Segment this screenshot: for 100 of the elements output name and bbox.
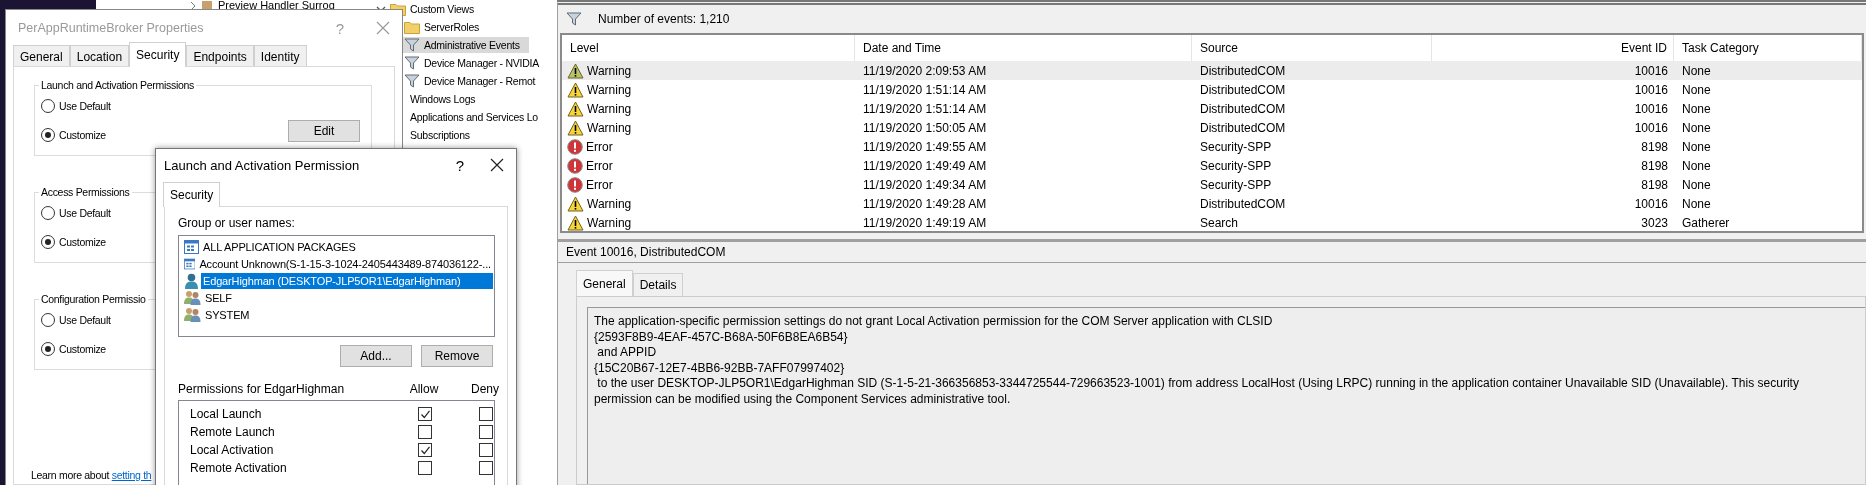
- edit-button[interactable]: Edit: [288, 119, 360, 142]
- table-cell: DistributedCOM: [1200, 120, 1286, 135]
- warning-icon: [567, 195, 584, 212]
- table-cell: 10016: [1634, 82, 1668, 97]
- table-cell: Warning: [587, 63, 632, 78]
- help-button[interactable]: ?: [450, 156, 470, 174]
- error-icon: [567, 176, 583, 193]
- event-row[interactable]: Warning 11/19/2020 2:09:53 AM DistributedCOM 10016 None: [562, 61, 1862, 80]
- warning-icon: [567, 214, 584, 231]
- option-label[interactable]: Customize: [59, 235, 106, 248]
- tab[interactable]: General: [576, 270, 633, 296]
- tree-item[interactable]: ServerRoles: [403, 20, 489, 34]
- tab[interactable]: General: [13, 45, 70, 67]
- column-label: Deny: [470, 382, 500, 396]
- permissions-label: Permissions for EdgarHighman: [178, 382, 346, 396]
- permission-name: Local Activation: [189, 443, 275, 457]
- table-cell: None: [1682, 63, 1711, 78]
- event-row[interactable]: Error 11/19/2020 1:49:49 AM Security-SPP 8198 None: [562, 156, 1862, 175]
- tree-item[interactable]: Windows Logs: [406, 92, 479, 106]
- action-button[interactable]: Add...: [340, 345, 412, 367]
- event-row[interactable]: Warning 11/19/2020 1:49:19 AM Search 3023 Gatherer: [562, 213, 1862, 232]
- tree-item[interactable]: Applications and Services Lo: [406, 110, 541, 124]
- tree-item[interactable]: Device Manager - NVIDIA: [403, 55, 549, 71]
- tab[interactable]: Security: [129, 42, 187, 67]
- option-label[interactable]: Customize: [59, 128, 106, 141]
- radio-button[interactable]: [41, 312, 55, 327]
- radio-button[interactable]: [41, 234, 55, 249]
- list-item[interactable]: Account Unknown(S-1-15-3-1024-2405443489-874036122-...: [197, 255, 493, 272]
- table-cell: 11/19/2020 1:49:19 AM: [863, 215, 987, 230]
- table-cell: 8198: [1641, 177, 1668, 192]
- table-cell: Security-SPP: [1200, 139, 1272, 154]
- error-icon: [567, 138, 583, 155]
- checkbox[interactable]: [479, 407, 493, 421]
- event-row[interactable]: Warning 11/19/2020 1:51:14 AM DistributedCOM 10016 None: [562, 80, 1862, 99]
- tree-item[interactable]: Custom Views: [406, 2, 477, 16]
- table-cell: DistributedCOM: [1200, 82, 1286, 97]
- table-cell: 11/19/2020 1:50:05 AM: [863, 120, 987, 135]
- filter-icon[interactable]: [566, 11, 582, 27]
- tab[interactable]: Endpoints: [186, 45, 254, 67]
- permission-name: Remote Launch: [189, 425, 276, 439]
- tree-item[interactable]: Subscriptions: [406, 128, 473, 142]
- table-cell: 11/19/2020 1:49:55 AM: [863, 139, 987, 154]
- tab[interactable]: Location: [69, 45, 130, 67]
- event-row[interactable]: Warning 11/19/2020 1:49:28 AM DistributedCOM 10016 None: [562, 194, 1862, 213]
- table-cell: None: [1682, 120, 1711, 135]
- checkbox[interactable]: [479, 461, 493, 475]
- checkbox[interactable]: [418, 443, 432, 457]
- tab[interactable]: Security: [163, 182, 221, 207]
- table-cell: Security-SPP: [1200, 158, 1272, 173]
- checkbox[interactable]: [479, 425, 493, 439]
- table-cell: DistributedCOM: [1200, 63, 1286, 78]
- permission-name: Remote Activation: [189, 461, 288, 475]
- table-cell: 3023: [1641, 215, 1668, 230]
- table-cell: None: [1682, 139, 1711, 154]
- radio-button[interactable]: [41, 98, 55, 113]
- filter-icon: [403, 37, 420, 53]
- event-row[interactable]: Warning 11/19/2020 1:51:14 AM DistributedCOM 10016 None: [562, 99, 1862, 118]
- event-row[interactable]: Error 11/19/2020 1:49:55 AM Security-SPP 8198 None: [562, 137, 1862, 156]
- checkbox[interactable]: [418, 407, 432, 421]
- action-button[interactable]: Remove: [421, 345, 493, 367]
- event-title: Event 10016, DistributedCOM: [566, 245, 726, 259]
- filter-icon: [403, 73, 420, 89]
- checkbox[interactable]: [418, 425, 432, 439]
- window-title: PerAppRuntimeBroker Properties: [18, 21, 205, 35]
- table-cell: Error: [586, 139, 613, 154]
- list-item[interactable]: ALL APPLICATION PACKAGES: [201, 238, 493, 255]
- close-icon[interactable]: [490, 158, 504, 172]
- permission-name: Local Launch: [189, 407, 263, 421]
- help-link[interactable]: setting th: [111, 469, 152, 481]
- tree-item[interactable]: Device Manager - Remot: [403, 73, 545, 89]
- option-label[interactable]: Use Default: [59, 206, 111, 219]
- option-label[interactable]: Use Default: [59, 99, 111, 112]
- event-count: Number of events: 1,210: [598, 12, 730, 26]
- table-cell: DistributedCOM: [1200, 196, 1286, 211]
- table-cell: Search: [1200, 215, 1239, 230]
- event-row[interactable]: Warning 11/19/2020 1:50:05 AM DistributedCOM 10016 None: [562, 118, 1862, 137]
- option-label[interactable]: Use Default: [59, 313, 111, 326]
- warning-icon: [567, 119, 584, 136]
- option-label[interactable]: Customize: [59, 342, 106, 355]
- radio-button[interactable]: [41, 205, 55, 220]
- table-cell: 11/19/2020 1:49:49 AM: [863, 158, 987, 173]
- list-label: Group or user names:: [178, 215, 296, 231]
- event-row[interactable]: Error 11/19/2020 1:49:34 AM Security-SPP 8198 None: [562, 175, 1862, 194]
- table-cell: 11/19/2020 1:49:28 AM: [863, 196, 987, 211]
- list-item[interactable]: EdgarHighman (DESKTOP-JLP5OR1\EdgarHighman): [201, 272, 493, 289]
- checkbox[interactable]: [418, 461, 432, 475]
- tab[interactable]: Details: [632, 273, 684, 296]
- radio-button[interactable]: [41, 341, 55, 356]
- users-icon: [184, 307, 201, 322]
- table-cell: 10016: [1634, 196, 1668, 211]
- filter-icon: [403, 55, 420, 71]
- checkbox[interactable]: [479, 443, 493, 457]
- list-item[interactable]: SYSTEM: [203, 306, 493, 323]
- list-item[interactable]: SELF: [203, 289, 493, 306]
- users-icon: [184, 290, 201, 305]
- table-cell: 8198: [1641, 139, 1668, 154]
- radio-button[interactable]: [41, 127, 55, 142]
- table-cell: Warning: [587, 120, 632, 135]
- tab[interactable]: Identity: [253, 45, 307, 67]
- tree-item[interactable]: Administrative Events: [403, 37, 529, 53]
